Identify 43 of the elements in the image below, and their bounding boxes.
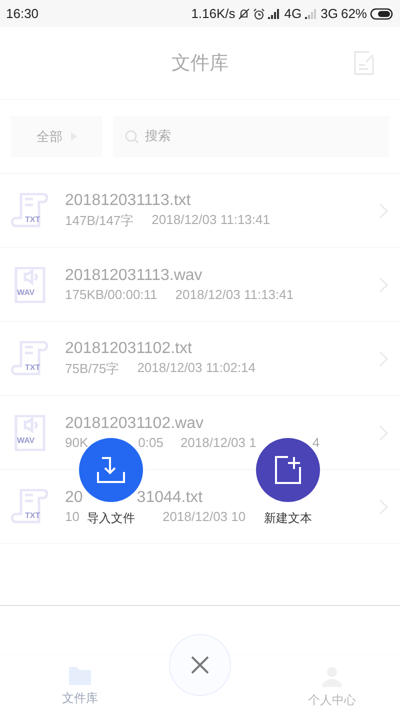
action-label: 导入文件 [87, 510, 135, 527]
file-details: 10 [65, 509, 80, 524]
file-details: 2018/12/03 11:02:14 [137, 360, 256, 376]
file-row[interactable]: TXT 201812031113.txt 147B/147字 2018/12/03 11:13:41 [0, 174, 400, 248]
network-speed: 1.16K/s [191, 6, 236, 21]
file-details: 2018/12/03 10 [162, 509, 246, 524]
file-name: 201812031113.txt [65, 192, 191, 210]
file-name: 201812031102.wav [65, 415, 204, 433]
nav-tab[interactable]: 个人中心 [308, 655, 356, 711]
file-row[interactable]: WAV 201812031113.wav 175KB/00:00:11 2018/12/03 11:13:41 [0, 248, 400, 322]
file-name: 31044.txt [136, 489, 203, 507]
battery-icon [370, 8, 394, 20]
filter-dropdown[interactable]: 全部 [11, 116, 102, 157]
action-label: 新建文本 [264, 510, 312, 527]
file-details: 175KB/00:00:11 [65, 287, 158, 302]
network-type: 4G [284, 6, 302, 21]
alarm-icon [253, 8, 266, 20]
file-name: 20 [65, 489, 83, 507]
search-field[interactable]: 搜索 [113, 116, 389, 157]
folder-icon [69, 667, 91, 685]
new-document-icon [274, 455, 302, 485]
status-time: 16:30 [6, 6, 39, 21]
nav-tab[interactable]: 文件库 [62, 655, 98, 711]
file-details: 2018/12/03 11:13:41 [152, 212, 270, 228]
signal-icon [304, 8, 318, 18]
signal-icon [268, 8, 282, 18]
file-row[interactable]: TXT 201812031102.txt 75B/75字 2018/12/03 11:02:14 [0, 322, 400, 396]
import-icon [96, 455, 126, 485]
file-details: 4 [312, 435, 320, 450]
close-icon [190, 655, 210, 675]
bell-off-icon [238, 8, 250, 20]
file-details: 90K [65, 435, 88, 450]
file-details: 2018/12/03 11:13:41 [175, 287, 294, 302]
battery-level: 62% [340, 6, 367, 21]
file-name: 201812031102.txt [65, 340, 192, 358]
page-title: 文件库 [172, 51, 228, 76]
file-details: 75B/75字 [65, 360, 120, 378]
file-name: 201812031113.wav [65, 267, 202, 285]
network-type: 3G [320, 6, 338, 21]
file-details: 0:05 [138, 435, 164, 450]
search-icon [125, 130, 139, 144]
file-details: 147B/147字 [65, 212, 134, 230]
file-details: 2018/12/03 1 [180, 435, 256, 450]
